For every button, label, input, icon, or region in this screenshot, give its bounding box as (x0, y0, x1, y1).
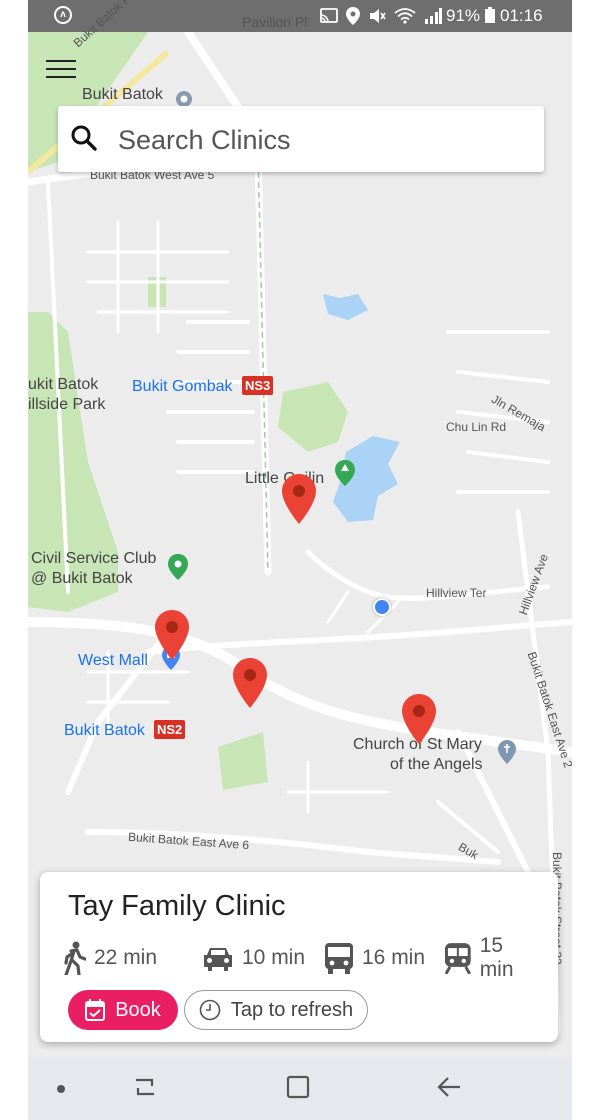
map-label-bukit-batok-station: Bukit Batok (64, 722, 145, 739)
train-icon (444, 943, 471, 974)
clinic-name: Tay Family Clinic (68, 890, 286, 922)
battery-percent: 91% (446, 6, 495, 26)
battery-icon (484, 7, 495, 23)
calendar-icon (85, 999, 106, 1021)
wifi-icon (394, 8, 416, 24)
navigation-bar (28, 1058, 572, 1120)
bus-time: 16 min (362, 946, 426, 969)
book-button[interactable]: Book (68, 990, 178, 1030)
travel-bus: 16 min (324, 940, 425, 976)
map-label-bukit-gombak: Bukit Gombak (132, 378, 233, 395)
map-label-bukit-batok: Bukit Batok (82, 86, 163, 103)
map-label-hillside-park-2: illside Park (28, 396, 106, 413)
clinic-pin-icon[interactable] (282, 474, 316, 524)
search-input[interactable] (116, 120, 530, 160)
mute-icon (370, 9, 386, 23)
travel-car: 10 min (202, 940, 305, 976)
clock-icon (199, 999, 221, 1021)
map-label-hillside-park-1: ukit Batok (28, 376, 99, 393)
map-label-civil-service-club-2: @ Bukit Batok (31, 570, 133, 587)
clinic-pin-icon[interactable] (402, 694, 436, 744)
refresh-button[interactable]: Tap to refresh (184, 990, 368, 1030)
clinic-pin-icon[interactable] (233, 658, 267, 708)
park-icon (335, 460, 355, 486)
user-location-dot (373, 598, 391, 616)
map-label-pavilion-pl: Pavilion Pl (242, 14, 308, 30)
home-icon[interactable] (286, 1074, 310, 1100)
clinic-pin-icon[interactable] (155, 610, 189, 660)
map-label-civil-service-club-1: Civil Service Club (31, 550, 157, 567)
refresh-label: Tap to refresh (230, 998, 354, 1021)
menu-button[interactable] (44, 54, 80, 84)
map-label-church-2: of the Angels (390, 756, 483, 773)
bus-icon (325, 943, 353, 974)
travel-train: 15 min (444, 934, 542, 981)
travel-times: 22 min 10 min 16 min 15 min (62, 934, 542, 981)
status-time: 01:16 (500, 6, 543, 25)
map-label-chu-lin-rd: Chu Lin Rd (446, 420, 507, 434)
walk-time: 22 min (94, 946, 158, 969)
app-notification-icon: ʌ (54, 6, 72, 24)
book-label: Book (115, 998, 161, 1021)
station-badge-ns2: NS2 (154, 720, 186, 739)
cast-icon (320, 8, 338, 23)
map-label-west-mall: West Mall (78, 652, 148, 669)
walk-icon (64, 941, 86, 975)
car-time: 10 min (242, 946, 306, 969)
car-icon (204, 948, 232, 971)
church-pin-icon (498, 740, 516, 764)
train-time: 15 min (479, 934, 514, 981)
system-icons (320, 7, 442, 25)
phone-screen: ʌ 91% 01:16 Pavilion Pl Bukit Batok Rd B… (28, 0, 572, 1120)
back-icon[interactable] (436, 1074, 462, 1100)
location-icon (346, 7, 360, 25)
search-icon (71, 125, 97, 151)
nav-dot-icon[interactable] (56, 1084, 66, 1094)
recent-apps-icon[interactable] (132, 1074, 158, 1100)
travel-walk: 22 min (62, 940, 157, 976)
civil-service-pin-icon (168, 554, 188, 580)
map-label-hillview-ter: Hillview Ter (426, 586, 487, 600)
search-bar[interactable] (58, 106, 544, 172)
signal-icon (425, 8, 442, 24)
station-badge-ns3: NS3 (242, 376, 274, 395)
clinic-card[interactable]: Tay Family Clinic 22 min 10 min 16 min 1… (40, 872, 558, 1042)
